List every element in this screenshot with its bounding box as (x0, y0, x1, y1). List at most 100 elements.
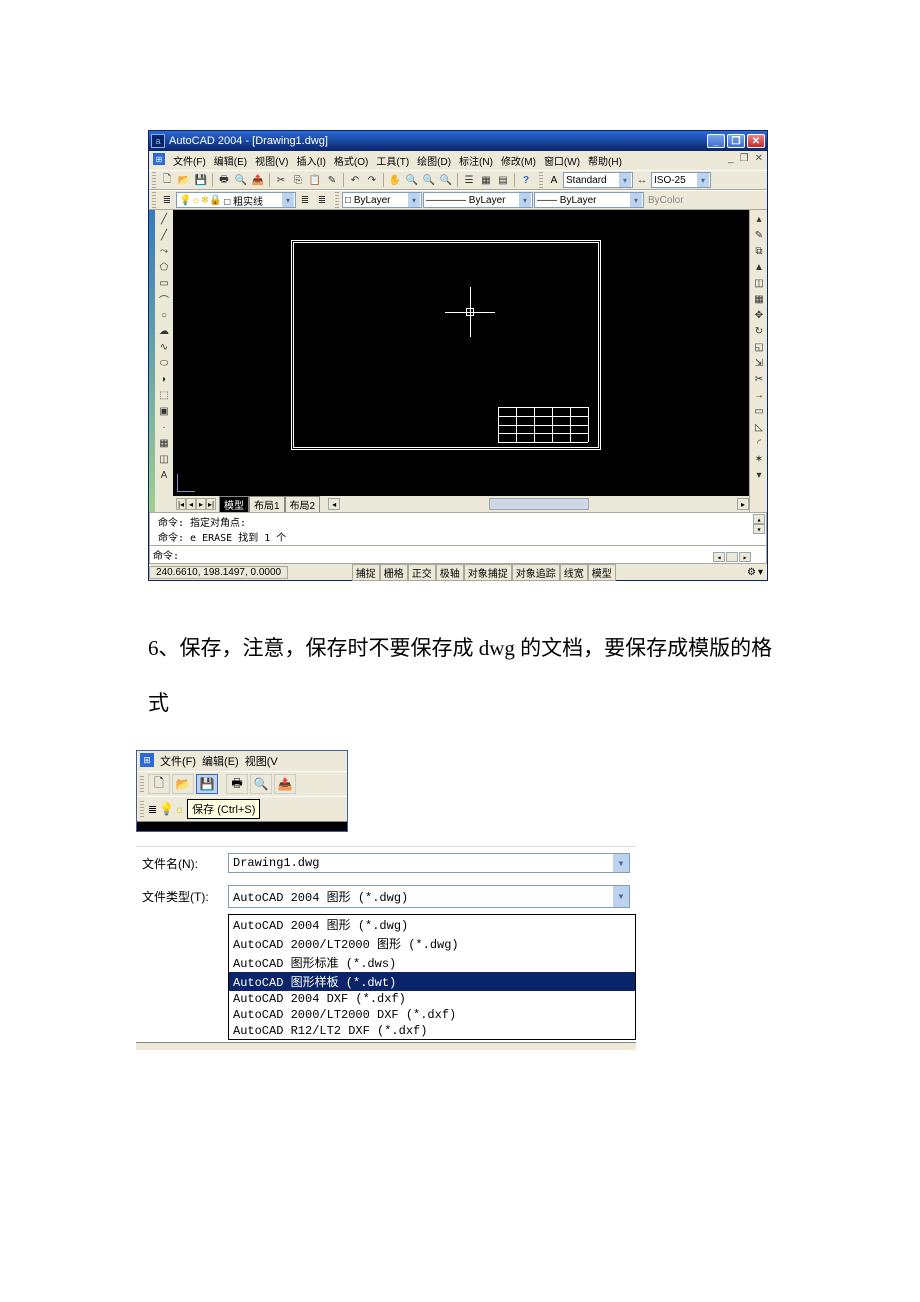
filename-input[interactable]: Drawing1.dwg (228, 853, 630, 873)
properties-icon[interactable]: ☰ (461, 172, 477, 188)
tab-nav-next-icon[interactable]: ▸ (196, 498, 206, 510)
color-combo[interactable]: □ ByLayer (342, 192, 422, 208)
menu-edit[interactable]: 编辑(E) (212, 153, 249, 168)
vscroll-down-icon[interactable]: ▾ (751, 468, 767, 482)
print-icon[interactable]: 🖶 (226, 774, 248, 794)
array-icon[interactable]: ▦ (751, 292, 767, 306)
toggle-grid[interactable]: 栅格 (380, 564, 408, 581)
document-icon[interactable]: ⊞ (140, 753, 154, 767)
toggle-ortho[interactable]: 正交 (408, 564, 436, 581)
tab-layout2[interactable]: 布局2 (285, 496, 321, 513)
toolbar-grip[interactable] (335, 192, 339, 208)
redo-icon[interactable]: ↷ (364, 172, 380, 188)
publish-icon[interactable]: 📤 (250, 172, 266, 188)
toggle-lwt[interactable]: 线宽 (560, 564, 588, 581)
fillet-icon[interactable]: ◜ (751, 436, 767, 450)
block-icon[interactable]: ▣ (156, 404, 172, 418)
mirror-icon[interactable]: ▲ (751, 260, 767, 274)
help-icon[interactable]: ? (518, 172, 534, 188)
tray-menu-icon[interactable]: ▾ (758, 567, 763, 578)
scale-icon[interactable]: ◱ (751, 340, 767, 354)
linetype-combo[interactable]: ———— ByLayer (423, 192, 533, 208)
textstyle-combo[interactable]: Standard (563, 172, 633, 188)
dimstyle-combo[interactable]: ISO-25 (651, 172, 711, 188)
spline-icon[interactable]: ∿ (156, 340, 172, 354)
zoom-prev-icon[interactable]: 🔍 (438, 172, 454, 188)
menu-help[interactable]: 帮助(H) (586, 153, 624, 168)
preview-icon[interactable]: 🔍 (233, 172, 249, 188)
layermgr-icon[interactable]: ≣ (159, 192, 175, 208)
filetype-option[interactable]: AutoCAD 图形标准 (*.dws) (229, 953, 635, 972)
toggle-osnap[interactable]: 对象捕捉 (464, 564, 512, 581)
copy2-icon[interactable]: ⧉ (751, 244, 767, 258)
filetype-option[interactable]: AutoCAD 2004 DXF (*.dxf) (229, 991, 635, 1007)
toggle-model[interactable]: 模型 (588, 564, 616, 581)
chamfer-icon[interactable]: ◺ (751, 420, 767, 434)
cmd-scroll-down-icon[interactable]: ▾ (753, 524, 765, 534)
circle-icon[interactable]: ○ (156, 308, 172, 322)
new-icon[interactable]: 🗋 (159, 172, 175, 188)
filetype-option[interactable]: AutoCAD 图形样板 (*.dwt) (229, 972, 635, 991)
zoom-win-icon[interactable]: 🔍 (421, 172, 437, 188)
ellipsearc-icon[interactable]: ◗ (156, 372, 172, 386)
cmd-scroll-up-icon[interactable]: ▴ (753, 514, 765, 524)
minimize-button[interactable]: _ (707, 134, 725, 148)
arc-icon[interactable]: ⌒ (156, 292, 172, 306)
tab-layout1[interactable]: 布局1 (249, 496, 285, 513)
point-icon[interactable]: · (156, 420, 172, 434)
toggle-snap[interactable]: 捕捉 (352, 564, 380, 581)
layer-combo[interactable]: 💡☼❄🔒 □ 粗实线 (176, 192, 296, 208)
pan-icon[interactable]: ✋ (387, 172, 403, 188)
explode-icon[interactable]: ✶ (751, 452, 767, 466)
toolbar-grip[interactable] (539, 172, 543, 188)
dimstyle-icon[interactable]: ↔ (634, 172, 650, 188)
toolbar-grip[interactable] (140, 801, 144, 817)
titlebar[interactable]: a AutoCAD 2004 - [Drawing1.dwg] _ ❐ ✕ (149, 131, 767, 151)
command-prompt[interactable]: 命令: (153, 551, 179, 562)
tpalette-icon[interactable]: ▤ (495, 172, 511, 188)
cmd-hscroll-right-icon[interactable]: ▸ (739, 552, 751, 562)
doc-close-button[interactable]: ✕ (753, 153, 765, 164)
match-icon[interactable]: ✎ (324, 172, 340, 188)
layerprev2-icon[interactable]: ≣ (314, 192, 330, 208)
menu-edit[interactable]: 编辑(E) (202, 753, 239, 769)
tray-icon[interactable]: ⚙ (747, 567, 756, 578)
move-icon[interactable]: ✥ (751, 308, 767, 322)
menu-modify[interactable]: 修改(M) (499, 153, 538, 168)
drawing-canvas[interactable] (173, 210, 749, 496)
rotate-icon[interactable]: ↻ (751, 324, 767, 338)
hatch-icon[interactable]: ▦ (156, 436, 172, 450)
maximize-button[interactable]: ❐ (727, 134, 745, 148)
save-icon[interactable]: 💾 (196, 774, 218, 794)
command-window[interactable]: 命令: 指定对角点: 命令: e ERASE 找到 1 个 命令: ▴▾ ◂ ▸ (149, 512, 767, 564)
ellipse-icon[interactable]: ⬭ (156, 356, 172, 370)
print-icon[interactable]: 🖶 (216, 172, 232, 188)
paste-icon[interactable]: 📋 (307, 172, 323, 188)
filetype-option[interactable]: AutoCAD 2000/LT2000 图形 (*.dwg) (229, 934, 635, 953)
filetype-option[interactable]: AutoCAD 2000/LT2000 DXF (*.dxf) (229, 1007, 635, 1023)
save-icon[interactable]: 💾 (193, 172, 209, 188)
toolbar-grip[interactable] (152, 172, 156, 188)
tab-nav-prev-icon[interactable]: ◂ (186, 498, 196, 510)
doc-minimize-button[interactable]: _ (726, 153, 736, 164)
cmd-hscroll-left-icon[interactable]: ◂ (713, 552, 725, 562)
menu-file[interactable]: 文件(F) (171, 153, 208, 168)
close-button[interactable]: ✕ (747, 134, 765, 148)
menu-window[interactable]: 窗口(W) (542, 153, 582, 168)
region-icon[interactable]: ◫ (156, 452, 172, 466)
menu-format[interactable]: 格式(O) (332, 153, 370, 168)
offset-icon[interactable]: ◫ (751, 276, 767, 290)
toggle-otrack[interactable]: 对象追踪 (512, 564, 560, 581)
trim-icon[interactable]: ✂ (751, 372, 767, 386)
menu-dim[interactable]: 标注(N) (457, 153, 495, 168)
break-icon[interactable]: ▭ (751, 404, 767, 418)
copy-icon[interactable]: ⎘ (290, 172, 306, 188)
layerprev-icon[interactable]: ≣ (297, 192, 313, 208)
scroll-right-icon[interactable]: ▸ (737, 498, 749, 510)
pline-icon[interactable]: ⤳ (156, 244, 172, 258)
zoom-rt-icon[interactable]: 🔍 (404, 172, 420, 188)
toggle-polar[interactable]: 极轴 (436, 564, 464, 581)
textstyle-icon[interactable]: A (546, 172, 562, 188)
stretch-icon[interactable]: ⇲ (751, 356, 767, 370)
hscrollbar[interactable]: ◂ ▸ (328, 498, 749, 510)
